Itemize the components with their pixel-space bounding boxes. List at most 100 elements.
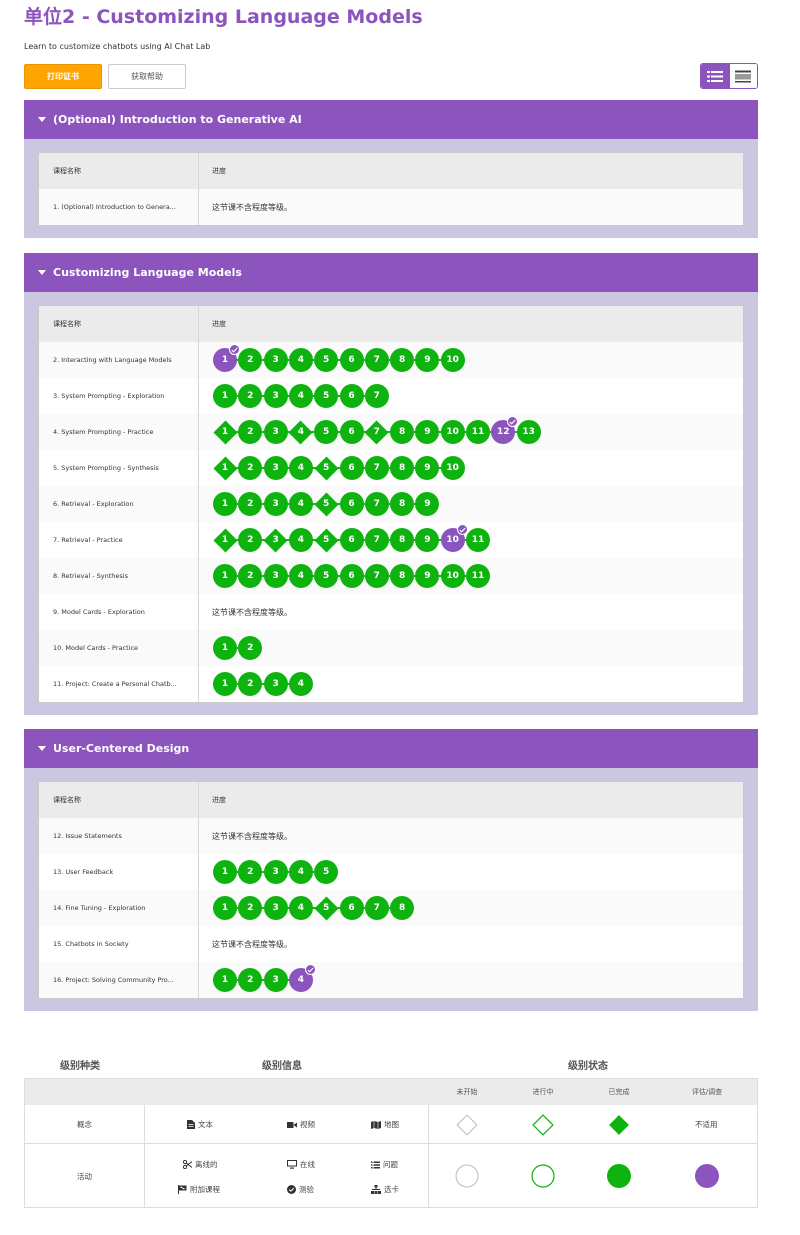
level-bubble[interactable]: 1: [213, 636, 237, 660]
lesson-name[interactable]: 5. System Prompting - Synthesis: [39, 450, 199, 486]
level-bubble[interactable]: 2: [238, 564, 263, 588]
level-bubble[interactable]: 3: [263, 860, 288, 884]
level-bubble[interactable]: 1: [213, 456, 237, 480]
unit-header[interactable]: (Optional) Introduction to Generative AI: [24, 100, 758, 139]
summary-view-button[interactable]: [728, 64, 757, 88]
level-bubble[interactable]: 2: [238, 420, 263, 444]
level-bubble[interactable]: 4: [288, 564, 313, 588]
level-bubble[interactable]: 5: [314, 896, 338, 920]
level-bubble[interactable]: 2: [238, 456, 263, 480]
level-bubble[interactable]: 3: [263, 564, 288, 588]
level-bubble[interactable]: 7: [364, 528, 389, 552]
level-bubble[interactable]: 4: [288, 456, 313, 480]
level-bubble[interactable]: 13: [516, 420, 541, 444]
level-bubble[interactable]: 7: [364, 564, 389, 588]
level-bubble[interactable]: 3: [263, 492, 288, 516]
level-bubble[interactable]: 6: [339, 564, 364, 588]
level-bubble[interactable]: 2: [238, 528, 263, 552]
level-bubble[interactable]: 6: [339, 348, 364, 372]
level-bubble[interactable]: 6: [339, 420, 364, 444]
level-bubble[interactable]: 1: [213, 896, 237, 920]
lesson-name[interactable]: 4. System Prompting - Practice: [39, 414, 199, 450]
lesson-name[interactable]: 2. Interacting with Language Models: [39, 342, 199, 378]
level-bubble[interactable]: 7: [364, 384, 389, 408]
level-bubble[interactable]: 8: [390, 420, 415, 444]
level-bubble[interactable]: 10: [440, 456, 465, 480]
detail-view-button[interactable]: [701, 64, 729, 88]
level-bubble[interactable]: 1: [213, 420, 237, 444]
get-help-button[interactable]: 获取帮助: [108, 64, 186, 89]
level-bubble[interactable]: 5: [314, 384, 339, 408]
level-bubble[interactable]: 8: [390, 528, 415, 552]
level-bubble[interactable]: 5: [314, 860, 339, 884]
level-bubble[interactable]: 8: [390, 348, 415, 372]
level-bubble[interactable]: 3: [263, 420, 288, 444]
level-bubble[interactable]: 5: [314, 492, 338, 516]
level-bubble[interactable]: 9: [415, 456, 440, 480]
level-bubble[interactable]: 4: [288, 492, 313, 516]
level-bubble[interactable]: 2: [238, 896, 263, 920]
level-bubble[interactable]: 3: [263, 672, 288, 696]
level-bubble[interactable]: 4: [288, 964, 316, 992]
level-bubble[interactable]: 4: [288, 672, 313, 696]
level-bubble[interactable]: 1: [213, 384, 237, 408]
level-bubble[interactable]: 1: [213, 492, 237, 516]
level-bubble[interactable]: 5: [314, 456, 338, 480]
level-bubble[interactable]: 1: [213, 672, 237, 696]
level-bubble[interactable]: 12: [491, 416, 519, 444]
level-bubble[interactable]: 6: [339, 492, 364, 516]
level-bubble[interactable]: 8: [390, 492, 415, 516]
level-bubble[interactable]: 11: [466, 564, 490, 588]
level-bubble[interactable]: 4: [289, 420, 313, 444]
level-bubble[interactable]: 6: [339, 456, 364, 480]
level-bubble[interactable]: 1: [213, 968, 237, 992]
lesson-name[interactable]: 13. User Feedback: [39, 854, 199, 890]
level-bubble[interactable]: 1: [213, 528, 237, 552]
level-bubble[interactable]: 8: [390, 564, 415, 588]
level-bubble[interactable]: 2: [238, 636, 263, 660]
level-bubble[interactable]: 2: [238, 384, 263, 408]
level-bubble[interactable]: 3: [263, 456, 288, 480]
lesson-name[interactable]: 6. Retrieval - Exploration: [39, 486, 199, 522]
level-bubble[interactable]: 7: [364, 492, 389, 516]
level-bubble[interactable]: 2: [238, 672, 263, 696]
level-bubble[interactable]: 5: [314, 528, 338, 552]
print-certificate-button[interactable]: 打印证书: [24, 64, 102, 89]
lesson-name[interactable]: 11. Project: Create a Personal Chatb...: [39, 666, 199, 702]
level-bubble[interactable]: 4: [288, 348, 313, 372]
level-bubble[interactable]: 3: [263, 348, 288, 372]
lesson-name[interactable]: 1. (Optional) Introduction to Genera...: [39, 189, 199, 225]
level-bubble[interactable]: 7: [365, 420, 389, 444]
level-bubble[interactable]: 2: [238, 492, 263, 516]
level-bubble[interactable]: 10: [440, 348, 465, 372]
level-bubble[interactable]: 1: [213, 860, 237, 884]
level-bubble[interactable]: 8: [390, 456, 415, 480]
lesson-name[interactable]: 9. Model Cards - Exploration: [39, 594, 199, 630]
level-bubble[interactable]: 8: [390, 896, 415, 920]
level-bubble[interactable]: 9: [415, 420, 440, 444]
level-bubble[interactable]: 9: [415, 564, 440, 588]
level-bubble[interactable]: 6: [339, 896, 364, 920]
unit-header[interactable]: User-Centered Design: [24, 729, 758, 768]
lesson-name[interactable]: 10. Model Cards - Practice: [39, 630, 199, 666]
level-bubble[interactable]: 6: [339, 384, 364, 408]
lesson-name[interactable]: 7. Retrieval - Practice: [39, 522, 199, 558]
level-bubble[interactable]: 2: [238, 860, 263, 884]
level-bubble[interactable]: 11: [466, 528, 490, 552]
level-bubble[interactable]: 6: [339, 528, 364, 552]
lesson-name[interactable]: 8. Retrieval - Synthesis: [39, 558, 199, 594]
level-bubble[interactable]: 7: [364, 348, 389, 372]
level-bubble[interactable]: 3: [264, 528, 288, 552]
level-bubble[interactable]: 9: [415, 492, 440, 516]
level-bubble[interactable]: 11: [466, 420, 490, 444]
level-bubble[interactable]: 5: [314, 564, 339, 588]
level-bubble[interactable]: 10: [440, 524, 468, 552]
level-bubble[interactable]: 10: [440, 420, 465, 444]
level-bubble[interactable]: 1: [213, 564, 237, 588]
level-bubble[interactable]: 3: [263, 384, 288, 408]
level-bubble[interactable]: 2: [238, 968, 263, 992]
level-bubble[interactable]: 3: [263, 896, 288, 920]
lesson-name[interactable]: 16. Project: Solving Community Pro...: [39, 962, 199, 998]
level-bubble[interactable]: 10: [440, 564, 465, 588]
level-bubble[interactable]: 5: [314, 420, 339, 444]
